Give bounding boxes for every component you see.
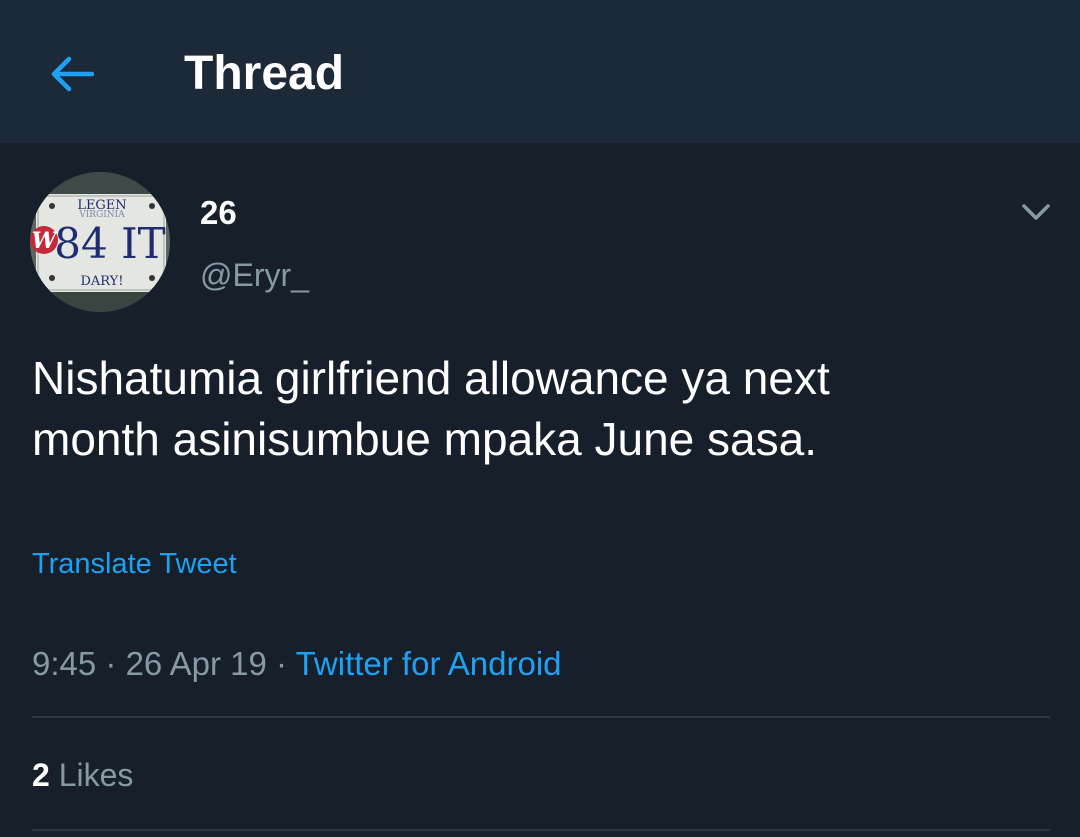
divider: [32, 829, 1050, 831]
tweet-meta: 9:45 · 26 Apr 19 · Twitter for Android: [32, 642, 562, 686]
plate-bottom-text: DARY!: [80, 274, 123, 289]
translate-tweet-link[interactable]: Translate Tweet: [32, 545, 237, 583]
tweet-time: 9:45: [32, 645, 97, 682]
likes-label: Likes: [58, 757, 134, 793]
meta-separator: ·: [96, 645, 126, 682]
meta-separator: ·: [266, 645, 296, 682]
arrow-left-icon: [51, 56, 94, 92]
page-title: Thread: [184, 47, 345, 100]
app-header: Thread: [0, 0, 1080, 143]
tweet-source-link[interactable]: Twitter for Android: [296, 645, 562, 682]
avatar[interactable]: LEGEN VIRGINIA W 84 IT DARY!: [30, 172, 170, 312]
tweet-date: 26 Apr 19: [125, 645, 267, 682]
likes-link[interactable]: 2 Likes: [32, 754, 133, 796]
license-plate-image: LEGEN VIRGINIA W 84 IT DARY!: [30, 172, 170, 312]
tweet-options-button[interactable]: [1010, 190, 1062, 234]
tweet-text: Nishatumia girlfriend allowance ya next …: [32, 352, 830, 465]
author-display-name[interactable]: 26: [200, 193, 237, 233]
author-handle[interactable]: @Eryr_: [200, 255, 309, 295]
chevron-down-icon: [1022, 204, 1050, 220]
back-button[interactable]: [40, 44, 104, 104]
divider: [32, 716, 1050, 718]
plate-number-text: 84 IT: [54, 219, 165, 268]
likes-count: 2: [32, 757, 50, 793]
